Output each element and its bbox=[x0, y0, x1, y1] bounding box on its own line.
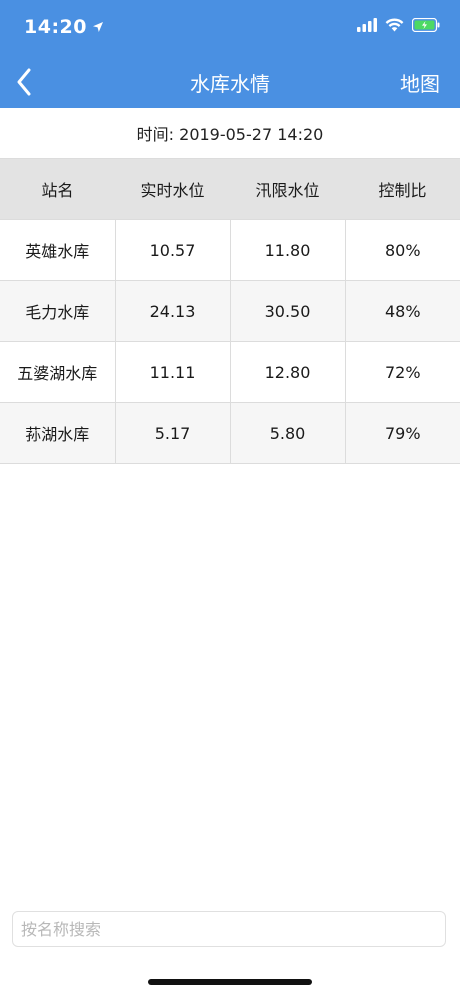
cell-station-name: 英雄水库 bbox=[0, 219, 116, 281]
page-title: 水库水情 bbox=[190, 72, 270, 96]
search-input[interactable] bbox=[12, 911, 446, 947]
cell-realtime-level: 10.57 bbox=[114, 219, 231, 281]
cell-control-ratio: 79% bbox=[344, 402, 460, 464]
reservoir-table: 站名 实时水位 汛限水位 控制比 英雄水库 10.57 11.80 80% 毛力… bbox=[0, 158, 460, 464]
cell-realtime-level: 5.17 bbox=[114, 402, 231, 464]
table-row[interactable]: 荪湖水库 5.17 5.80 79% bbox=[0, 402, 460, 464]
cell-control-ratio: 80% bbox=[344, 219, 460, 281]
table-header-row: 站名 实时水位 汛限水位 控制比 bbox=[0, 158, 460, 220]
wifi-icon bbox=[385, 18, 404, 32]
header-realtime-level: 实时水位 bbox=[115, 158, 230, 220]
table-row[interactable]: 英雄水库 10.57 11.80 80% bbox=[0, 219, 460, 281]
battery-charging-icon bbox=[412, 18, 440, 32]
app-header: 14:20 水库水情 地图 bbox=[0, 0, 460, 108]
home-indicator[interactable] bbox=[148, 979, 312, 985]
cell-control-ratio: 48% bbox=[344, 280, 460, 342]
status-bar: 14:20 bbox=[0, 0, 460, 56]
cell-flood-limit-level: 12.80 bbox=[229, 341, 346, 403]
nav-bar: 水库水情 地图 bbox=[0, 56, 460, 108]
header-station-name: 站名 bbox=[0, 158, 115, 220]
cell-station-name: 五婆湖水库 bbox=[0, 341, 116, 403]
cell-flood-limit-level: 30.50 bbox=[229, 280, 346, 342]
signal-bars-icon bbox=[357, 18, 377, 32]
cell-station-name: 毛力水库 bbox=[0, 280, 116, 342]
map-button[interactable]: 地图 bbox=[400, 68, 440, 97]
status-icons bbox=[357, 18, 440, 32]
header-flood-limit-level: 汛限水位 bbox=[230, 158, 345, 220]
table-row[interactable]: 五婆湖水库 11.11 12.80 72% bbox=[0, 341, 460, 403]
header-control-ratio: 控制比 bbox=[345, 158, 460, 220]
cell-realtime-level: 11.11 bbox=[114, 341, 231, 403]
status-time-group: 14:20 bbox=[24, 16, 104, 38]
cell-control-ratio: 72% bbox=[344, 341, 460, 403]
cell-station-name: 荪湖水库 bbox=[0, 402, 116, 464]
status-time: 14:20 bbox=[24, 16, 87, 38]
table-row[interactable]: 毛力水库 24.13 30.50 48% bbox=[0, 280, 460, 342]
cell-flood-limit-level: 5.80 bbox=[229, 402, 346, 464]
update-time-label: 时间: 2019-05-27 14:20 bbox=[0, 108, 460, 158]
cell-flood-limit-level: 11.80 bbox=[229, 219, 346, 281]
location-arrow-icon bbox=[92, 22, 103, 32]
cell-realtime-level: 24.13 bbox=[114, 280, 231, 342]
